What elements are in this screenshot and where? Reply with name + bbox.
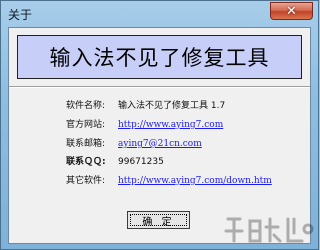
other-software-link[interactable]: http://www.aying7.com/down.htm bbox=[118, 174, 272, 188]
qq-label: 联系ＱＱ: bbox=[66, 157, 106, 167]
banner: 输入法不见了修复工具 bbox=[17, 35, 302, 79]
email-label: 联系邮箱: bbox=[66, 139, 106, 149]
software-name-value: 输入法不见了修复工具 1.7 bbox=[118, 101, 226, 111]
watermark-logo-icon bbox=[224, 217, 314, 243]
about-window: 关于 ✕ 输入法不见了修复工具 软件名称: 输入法不见了修复工具 1.7 官方网… bbox=[0, 0, 319, 250]
other-software-label: 其它软件: bbox=[66, 176, 106, 186]
close-button[interactable]: ✕ bbox=[270, 2, 313, 20]
website-label: 官方网站: bbox=[66, 120, 106, 130]
title-bar[interactable]: 关于 ✕ bbox=[1, 1, 318, 27]
software-name-label: 软件名称: bbox=[66, 101, 106, 111]
website-link[interactable]: http://www.aying7.com bbox=[118, 118, 223, 132]
qq-value: 99671235 bbox=[118, 157, 164, 167]
close-icon: ✕ bbox=[286, 3, 297, 19]
window-title: 关于 bbox=[8, 8, 33, 22]
email-link[interactable]: aying7@21cn.com bbox=[118, 137, 202, 151]
banner-title: 输入法不见了修复工具 bbox=[49, 46, 270, 70]
dialog-body: 输入法不见了修复工具 软件名称: 输入法不见了修复工具 1.7 官方网站: ht… bbox=[8, 27, 311, 244]
ok-button[interactable]: 确 定 bbox=[127, 211, 190, 229]
divider bbox=[9, 86, 310, 88]
